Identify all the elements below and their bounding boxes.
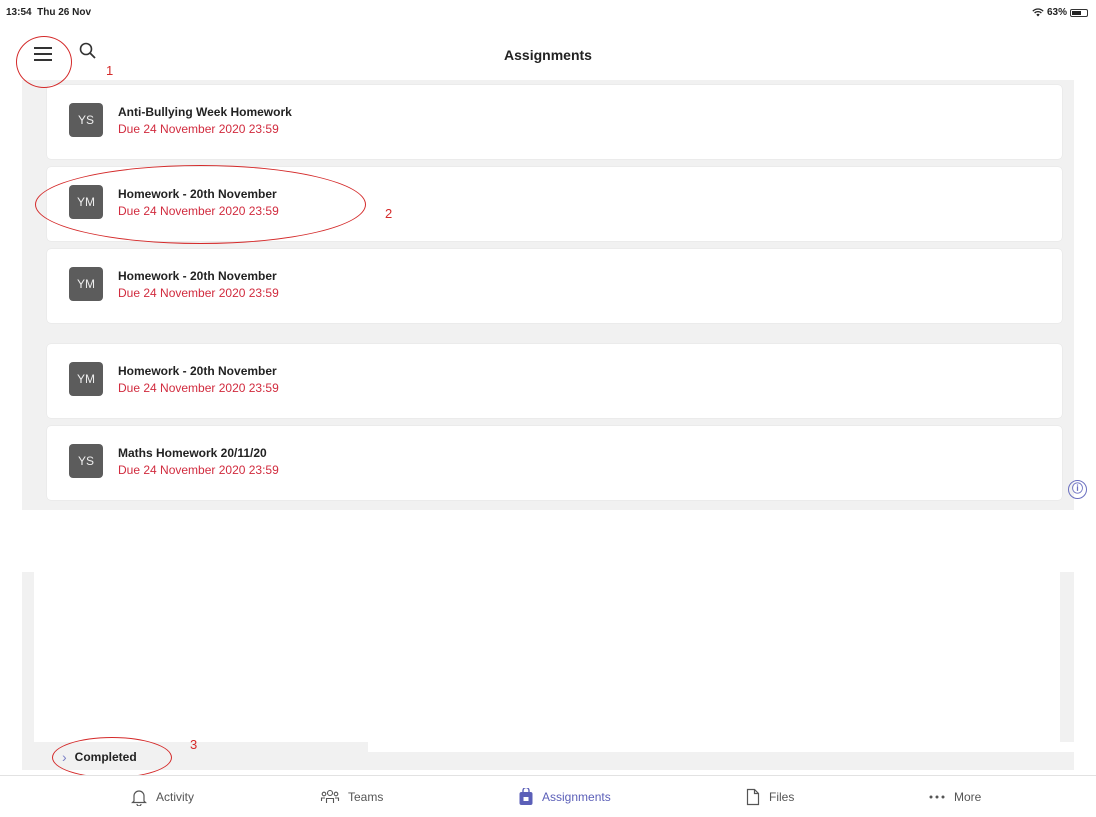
status-date: Thu 26 Nov (37, 7, 92, 18)
teams-icon (320, 789, 340, 803)
tab-label: More (954, 789, 982, 804)
tab-activity[interactable]: Activity (130, 776, 194, 817)
avatar: YM (69, 267, 103, 301)
completed-label: Completed (74, 750, 137, 764)
wifi-icon (1032, 8, 1044, 17)
assignment-due-date: Due 24 November 2020 23:59 (118, 463, 279, 477)
tab-files[interactable]: Files (745, 776, 794, 817)
annotation-number: 3 (190, 737, 198, 752)
assignments-bag-icon (519, 787, 533, 805)
assignment-due-date: Due 24 November 2020 23:59 (118, 204, 279, 218)
tab-more[interactable]: More (928, 776, 981, 817)
completed-section-toggle[interactable]: › Completed (62, 746, 137, 768)
assignment-due-date: Due 24 November 2020 23:59 (118, 286, 279, 300)
status-bar: 13:54 Thu 26 Nov 63% (0, 0, 1096, 22)
chevron-right-icon: › (62, 749, 67, 765)
tab-label: Assignments (542, 789, 611, 804)
battery-fill (1072, 10, 1081, 15)
tab-label: Files (769, 789, 795, 804)
bell-icon (131, 789, 147, 806)
assignment-card[interactable]: YM Homework - 20th November Due 24 Novem… (47, 167, 1062, 241)
assignment-title: Homework - 20th November (118, 269, 277, 283)
assignment-title: Homework - 20th November (118, 364, 277, 378)
file-icon (746, 788, 760, 805)
assignment-card[interactable]: YS Maths Homework 20/11/20 Due 24 Novemb… (47, 426, 1062, 500)
assignment-card[interactable]: YS Anti-Bullying Week Homework Due 24 No… (47, 85, 1062, 159)
assignment-card[interactable]: YM Homework - 20th November Due 24 Novem… (47, 249, 1062, 323)
blank-area (34, 572, 1060, 742)
avatar: YM (69, 362, 103, 396)
tab-teams[interactable]: Teams (320, 776, 383, 817)
battery-percent: 63% (1046, 7, 1067, 18)
status-time: 13:54 (6, 7, 32, 18)
blank-area (368, 742, 1074, 752)
assignment-card[interactable]: YM Homework - 20th November Due 24 Novem… (47, 344, 1062, 418)
annotation-number: 1 (106, 63, 114, 78)
status-time-date: 13:54 Thu 26 Nov (6, 7, 91, 18)
info-icon[interactable]: ⓘ (1068, 480, 1087, 499)
tab-assignments[interactable]: Assignments (518, 776, 611, 817)
status-indicators: 63% (1032, 7, 1088, 18)
battery-icon (1070, 8, 1088, 17)
annotation-number: 2 (385, 206, 393, 221)
assignment-title: Homework - 20th November (118, 187, 277, 201)
assignment-due-date: Due 24 November 2020 23:59 (118, 122, 279, 136)
avatar: YM (69, 185, 103, 219)
tab-label: Activity (156, 789, 195, 804)
tab-label: Teams (348, 789, 384, 804)
blank-area (22, 510, 1074, 572)
assignment-title: Anti-Bullying Week Homework (118, 105, 292, 119)
page-title: Assignments (504, 47, 592, 63)
avatar: YS (69, 103, 103, 137)
bottom-tab-bar: Activity Teams Assignments Files More (0, 775, 1096, 817)
more-dots-icon (929, 795, 945, 798)
assignment-due-date: Due 24 November 2020 23:59 (118, 381, 279, 395)
avatar: YS (69, 444, 103, 478)
assignment-title: Maths Homework 20/11/20 (118, 446, 267, 460)
